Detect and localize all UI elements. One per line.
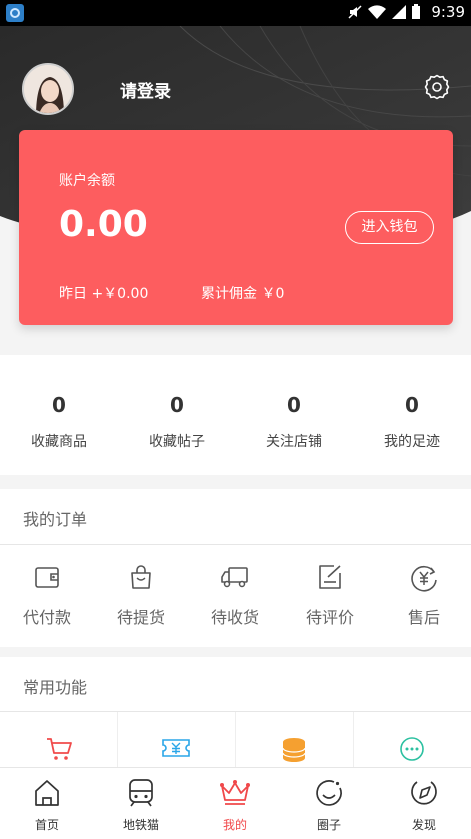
orders-title: 我的订单 bbox=[23, 510, 88, 529]
tab-label: 圈子 bbox=[316, 818, 341, 832]
crown-icon bbox=[220, 780, 250, 805]
balance-title: 账户余额 bbox=[59, 173, 115, 189]
stat-my-footprints[interactable]: 0 我的足迹 bbox=[353, 393, 471, 451]
functions-title: 常用功能 bbox=[23, 678, 88, 697]
status-time: 9:39 bbox=[431, 3, 465, 21]
mute-icon bbox=[348, 5, 362, 19]
order-pending-review[interactable]: 待评价 bbox=[283, 563, 377, 628]
grid-divider bbox=[353, 712, 354, 767]
tab-discover[interactable]: 发现 bbox=[377, 776, 471, 833]
stat-value: 0 bbox=[405, 393, 419, 417]
enter-wallet-button[interactable]: 进入钱包 bbox=[345, 211, 434, 244]
order-label: 待评价 bbox=[305, 608, 354, 627]
tab-mine[interactable]: 我的 bbox=[188, 776, 282, 833]
balance-card: 账户余额 0.00 进入钱包 昨日 +￥0.00 累计佣金 ￥0 bbox=[19, 130, 453, 325]
status-icons bbox=[347, 4, 421, 20]
stat-value: 0 bbox=[170, 393, 184, 417]
battery-icon bbox=[412, 4, 420, 19]
balance-amount: 0.00 bbox=[59, 204, 148, 245]
bottom-tab-bar: 首页 地铁猫 我的 圈子 发现 bbox=[0, 767, 471, 839]
stat-label: 收藏帖子 bbox=[149, 434, 205, 450]
tab-label: 我的 bbox=[222, 818, 247, 832]
yesterday-earnings: 昨日 +￥0.00 bbox=[59, 286, 149, 302]
wallet-icon bbox=[35, 567, 59, 588]
order-pending-payment[interactable]: 代付款 bbox=[0, 563, 94, 628]
order-pending-pickup[interactable]: 待提货 bbox=[94, 563, 188, 628]
order-label: 售后 bbox=[407, 608, 440, 627]
metro-icon bbox=[129, 779, 153, 807]
cart-icon[interactable] bbox=[39, 736, 79, 764]
bag-icon bbox=[131, 565, 151, 589]
coupon-icon[interactable] bbox=[156, 736, 196, 764]
tab-label: 发现 bbox=[411, 818, 436, 832]
stat-value: 0 bbox=[287, 393, 301, 417]
gear-icon[interactable] bbox=[424, 74, 450, 100]
refund-icon bbox=[411, 565, 437, 592]
divider bbox=[0, 544, 471, 545]
tab-label: 首页 bbox=[34, 818, 59, 832]
stat-label: 关注店铺 bbox=[266, 434, 322, 450]
tab-label: 地铁猫 bbox=[122, 818, 159, 832]
edit-icon bbox=[319, 565, 341, 589]
avatar[interactable] bbox=[22, 63, 74, 115]
truck-icon bbox=[221, 567, 248, 588]
stat-value: 0 bbox=[52, 393, 66, 417]
stat-label: 我的足迹 bbox=[384, 434, 440, 450]
coins-icon[interactable] bbox=[274, 736, 314, 764]
wifi-icon bbox=[368, 5, 386, 19]
login-link[interactable]: 请登录 bbox=[120, 77, 171, 102]
compass-icon bbox=[411, 781, 437, 805]
stat-label: 收藏商品 bbox=[31, 434, 87, 450]
signal-icon bbox=[392, 5, 406, 19]
total-commission: 累计佣金 ￥0 bbox=[201, 286, 285, 302]
chat-icon[interactable] bbox=[392, 736, 432, 764]
circle-smile-icon bbox=[316, 780, 342, 806]
tab-circle[interactable]: 圈子 bbox=[282, 776, 376, 833]
stat-favorite-posts[interactable]: 0 收藏帖子 bbox=[118, 393, 236, 451]
tab-home[interactable]: 首页 bbox=[0, 776, 94, 833]
app-notification-icon bbox=[6, 4, 24, 22]
home-icon bbox=[35, 780, 59, 806]
tab-metro-cat[interactable]: 地铁猫 bbox=[94, 776, 188, 833]
grid-divider bbox=[117, 712, 118, 767]
order-label: 待收货 bbox=[210, 608, 259, 627]
order-label: 代付款 bbox=[22, 608, 71, 627]
status-bar: 9:39 bbox=[0, 0, 471, 26]
stat-followed-shops[interactable]: 0 关注店铺 bbox=[235, 393, 353, 451]
grid-divider bbox=[235, 712, 236, 767]
order-pending-receipt[interactable]: 待收货 bbox=[188, 563, 282, 628]
stat-favorite-goods[interactable]: 0 收藏商品 bbox=[0, 393, 118, 451]
order-after-sales[interactable]: 售后 bbox=[377, 563, 471, 628]
order-label: 待提货 bbox=[116, 608, 165, 627]
stats-panel: 0 收藏商品 0 收藏帖子 0 关注店铺 0 我的足迹 bbox=[0, 355, 471, 475]
